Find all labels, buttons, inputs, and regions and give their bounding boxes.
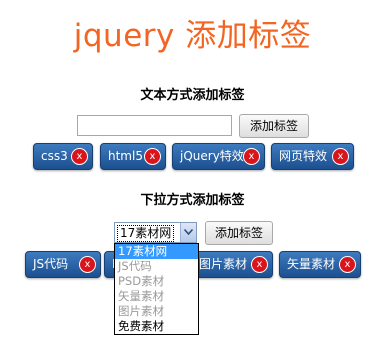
- tag-js-code: JS代码 x: [25, 251, 101, 278]
- remove-tag-icon[interactable]: x: [243, 148, 260, 165]
- tag-label: html5: [108, 149, 143, 163]
- select-option: JS代码: [118, 259, 152, 273]
- select-dropdown-list: 17素材网 JS代码 PSD素材 矢量素材 图片素材 免费素材: [114, 243, 199, 335]
- select-option: 矢量素材: [118, 289, 164, 303]
- tag-html5: html5 x: [100, 143, 166, 170]
- select-section-title: 下拉方式添加标签: [140, 193, 245, 208]
- chevron-down-icon[interactable]: [180, 223, 196, 242]
- text-section-title: 文本方式添加标签: [140, 88, 245, 103]
- remove-tag-icon[interactable]: x: [332, 148, 349, 165]
- remove-tag-icon[interactable]: x: [339, 256, 356, 273]
- tag-label: jQuery特效: [180, 149, 244, 163]
- tag-web-effects: 网页特效 x: [271, 143, 354, 170]
- tag-label: 网页特效: [279, 149, 328, 163]
- page-title: jquery 添加标签: [73, 18, 312, 54]
- tag-label: 图片素材: [199, 257, 248, 271]
- tag-label: css3: [41, 149, 68, 163]
- remove-tag-icon[interactable]: x: [71, 148, 88, 165]
- select-option: 图片素材: [118, 304, 164, 318]
- remove-tag-icon[interactable]: x: [79, 256, 96, 273]
- add-tag-text-button[interactable]: 添加标签: [239, 114, 309, 138]
- tag-label: JS代码: [33, 257, 69, 271]
- add-tag-select-button[interactable]: 添加标签: [205, 221, 273, 245]
- tag-jquery-effects: jQuery特效 x: [172, 143, 265, 170]
- tag-vector-assets: 矢量素材 x: [279, 251, 361, 278]
- tag-css3: css3 x: [33, 143, 93, 170]
- select-value: 17素材网: [117, 225, 175, 242]
- tag-text-input[interactable]: [77, 115, 232, 136]
- tag-label: 矢量素材: [287, 257, 336, 271]
- select-option: PSD素材: [118, 274, 165, 288]
- select-option[interactable]: 免费素材: [115, 319, 198, 334]
- remove-tag-icon[interactable]: x: [144, 148, 161, 165]
- tag-image-assets: 图片素材 x: [192, 251, 273, 278]
- select-option[interactable]: 17素材网: [115, 244, 198, 259]
- remove-tag-icon[interactable]: x: [251, 256, 268, 273]
- tag-select[interactable]: 17素材网: [114, 222, 197, 243]
